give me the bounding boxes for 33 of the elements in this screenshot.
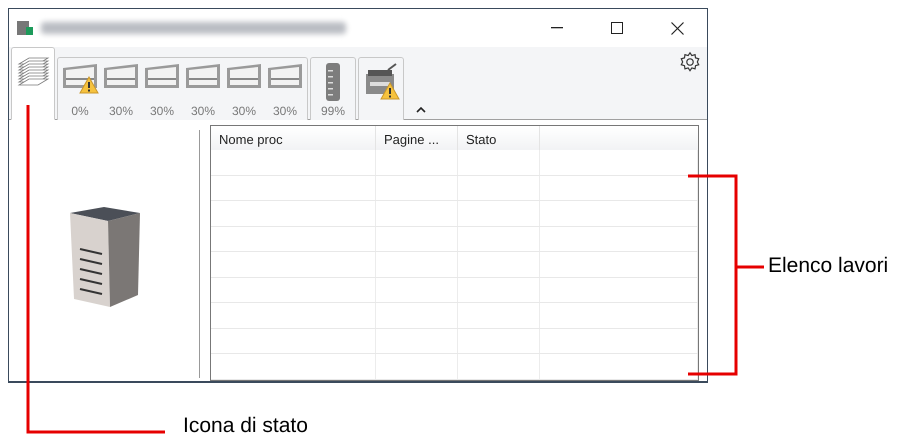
tray-level-text: 30% <box>150 104 174 118</box>
tray-level-text: 30% <box>272 104 298 118</box>
paper-tray-icon <box>225 62 263 90</box>
trays-tab[interactable]: 0% 30% 30% 30% 30% 30% <box>57 57 308 120</box>
paper-tray-icon <box>266 62 304 90</box>
minimize-icon <box>551 27 563 29</box>
device-tab[interactable] <box>358 57 404 120</box>
callout-label: Elenco lavori <box>768 254 888 278</box>
paper-tray-icon <box>143 62 181 90</box>
toner-level-text: 99% <box>320 104 346 118</box>
close-icon <box>670 22 684 34</box>
paper-tray-icon <box>184 62 222 90</box>
maximize-icon <box>611 22 623 34</box>
tray-level-text: 0% <box>71 104 89 118</box>
column-header[interactable]: Nome proc <box>211 126 376 150</box>
toner-cartridge-icon <box>325 62 341 102</box>
collapse-button[interactable] <box>416 106 426 113</box>
tray-level-text: 30% <box>232 104 256 118</box>
column-header[interactable]: Stato <box>458 126 540 150</box>
settings-button[interactable] <box>679 51 701 73</box>
callout-label: Icona di stato <box>183 414 308 436</box>
column-header[interactable]: Pagine ... <box>376 126 458 150</box>
warning-icon <box>380 82 400 100</box>
paper-tray-icon <box>61 62 99 90</box>
tray-level-text: 30% <box>190 104 216 118</box>
warning-icon <box>79 76 99 94</box>
jobs-tab[interactable] <box>11 47 55 120</box>
settings-icon <box>679 51 701 73</box>
toner-tab[interactable]: 99% <box>310 57 356 120</box>
paper-tray-icon <box>102 62 140 90</box>
tray-level-text: 30% <box>108 104 134 118</box>
printer-icon <box>15 19 35 37</box>
caret-icon <box>416 106 426 113</box>
